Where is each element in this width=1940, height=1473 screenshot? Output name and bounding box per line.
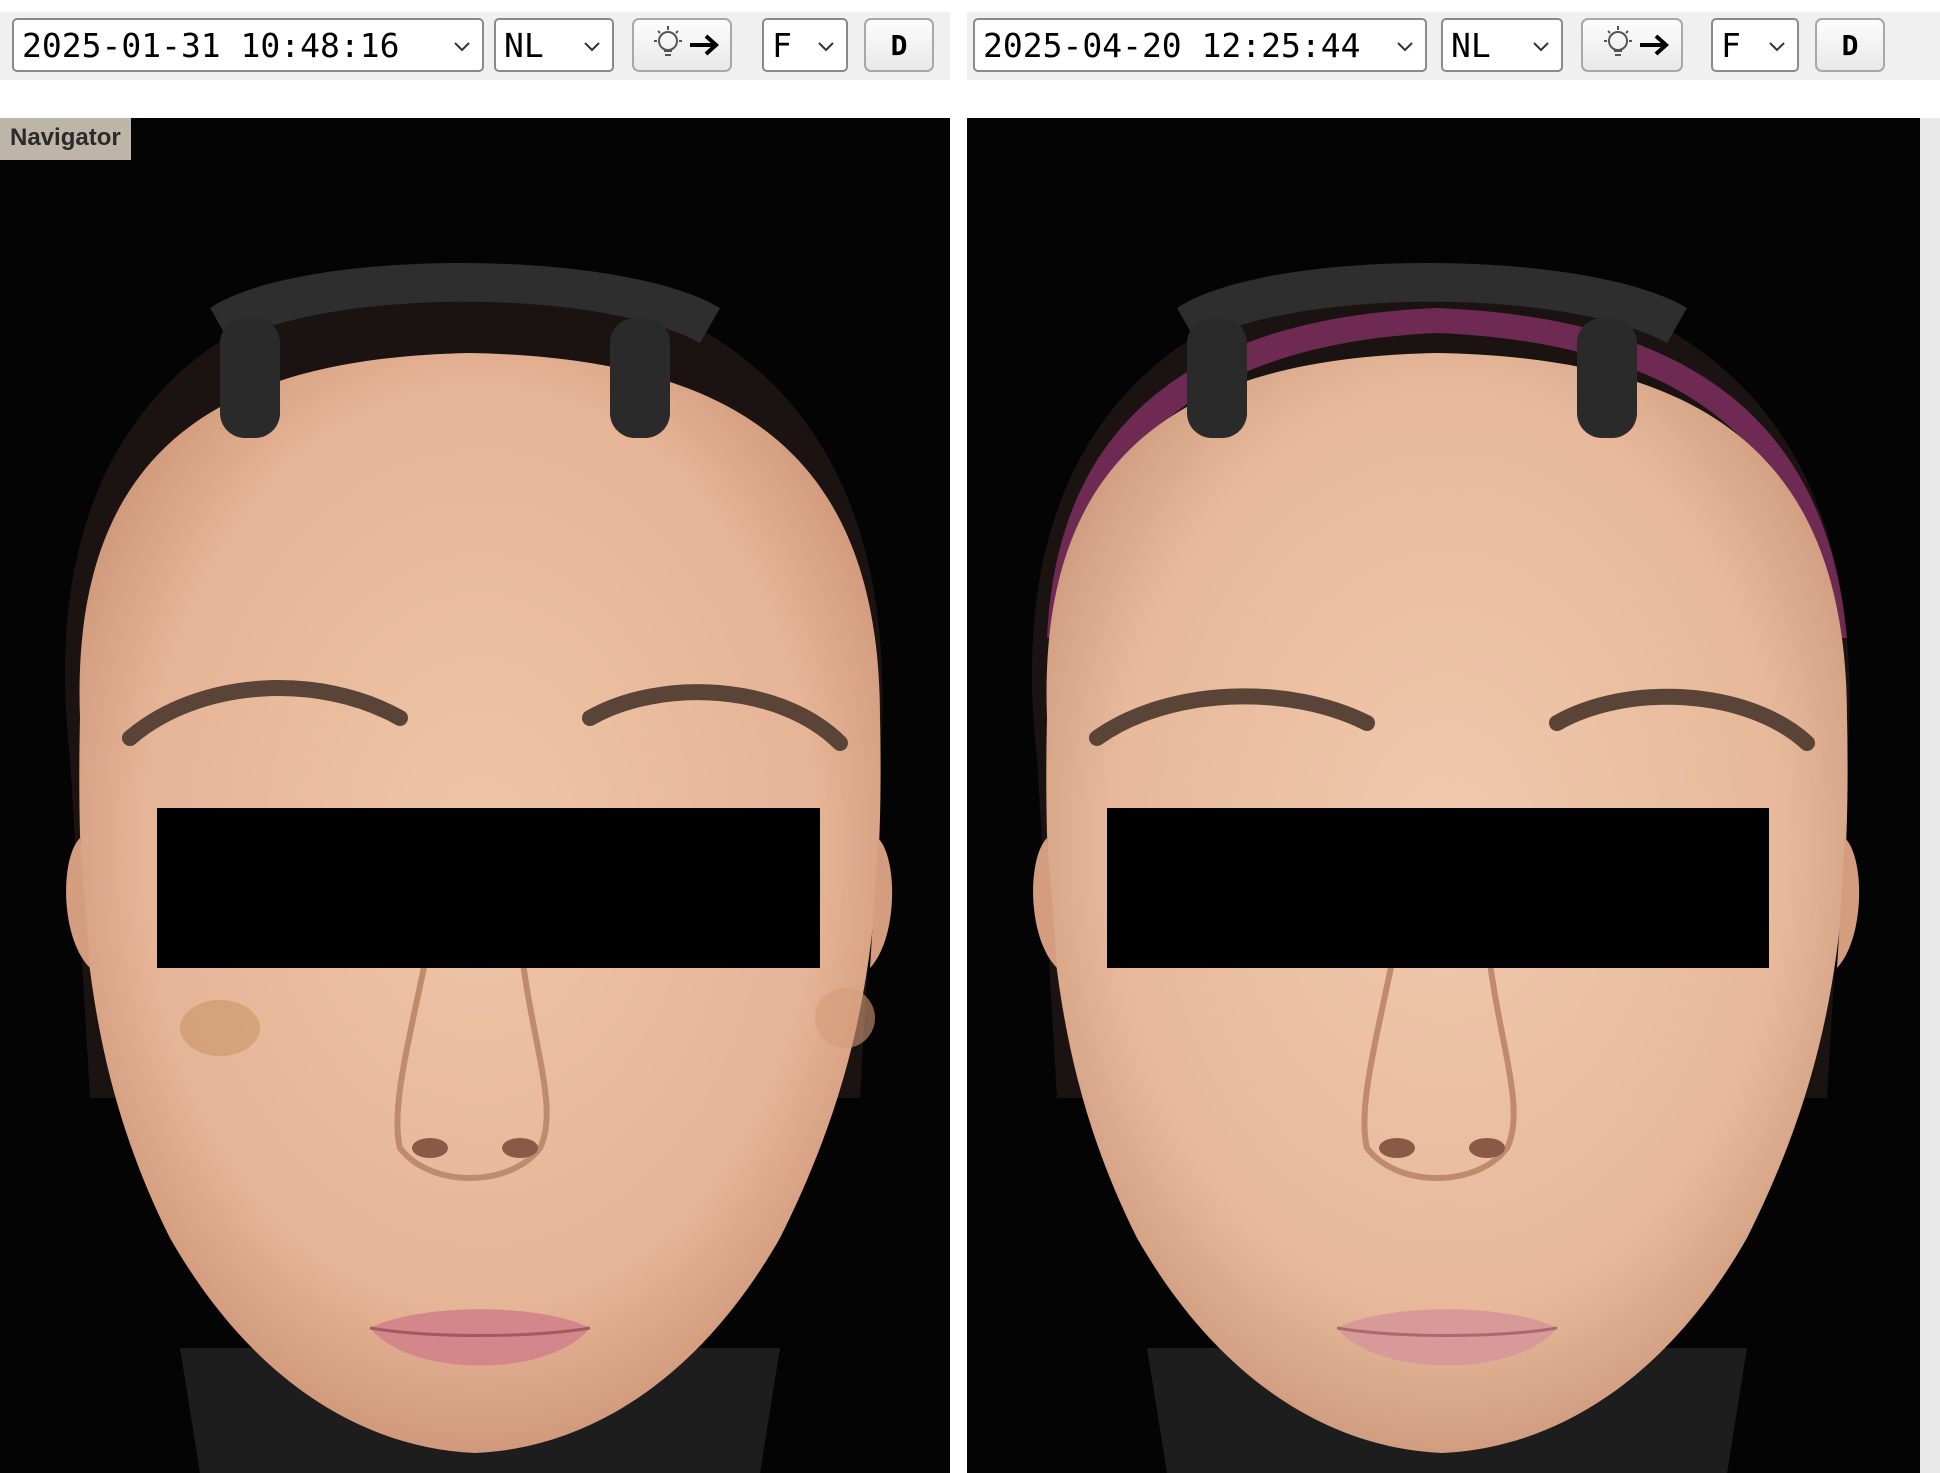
left-view-select[interactable]: F [762,18,848,72]
right-panel-toolbar: 2025-04-20 12:25:44 NL F D [967,12,1940,80]
navigator-label[interactable]: Navigator [0,118,131,160]
left-light-mode-select[interactable]: NL [494,18,614,72]
left-view-value: F [772,25,792,65]
right-light-toggle-button[interactable] [1581,18,1683,72]
left-light-toggle-button[interactable] [632,18,732,72]
right-datetime-select[interactable]: 2025-04-20 12:25:44 [973,18,1427,72]
left-d-button[interactable]: D [864,18,934,72]
chevron-down-icon [1533,42,1549,52]
face-image [64,263,893,1473]
left-face-photo[interactable] [0,118,950,1473]
bulb-arrow-icon [1604,26,1669,56]
right-edge-scrollbar[interactable] [1920,118,1940,1473]
right-d-button[interactable]: D [1815,18,1885,72]
privacy-bar [157,808,820,968]
chevron-down-icon [584,42,600,52]
chevron-down-icon [1769,42,1785,52]
left-panel-toolbar: 2025-01-31 10:48:16 NL F D [0,12,950,80]
left-d-button-label: D [890,28,908,62]
toolbar-separator [0,80,1940,118]
right-light-mode-value: NL [1451,25,1491,65]
right-view-select[interactable]: F [1711,18,1799,72]
right-d-button-label: D [1841,28,1859,62]
chevron-down-icon [818,42,834,52]
chevron-down-icon [454,42,470,52]
face-image [1031,263,1860,1473]
privacy-bar [1107,808,1769,968]
bulb-arrow-icon [654,26,719,56]
right-datetime-value: 2025-04-20 12:25:44 [983,25,1361,65]
right-face-photo[interactable] [967,118,1920,1473]
right-view-value: F [1721,25,1741,65]
right-light-mode-select[interactable]: NL [1441,18,1563,72]
left-light-mode-value: NL [504,25,544,65]
left-datetime-select[interactable]: 2025-01-31 10:48:16 [12,18,484,72]
left-datetime-value: 2025-01-31 10:48:16 [22,25,400,65]
chevron-down-icon [1397,42,1413,52]
